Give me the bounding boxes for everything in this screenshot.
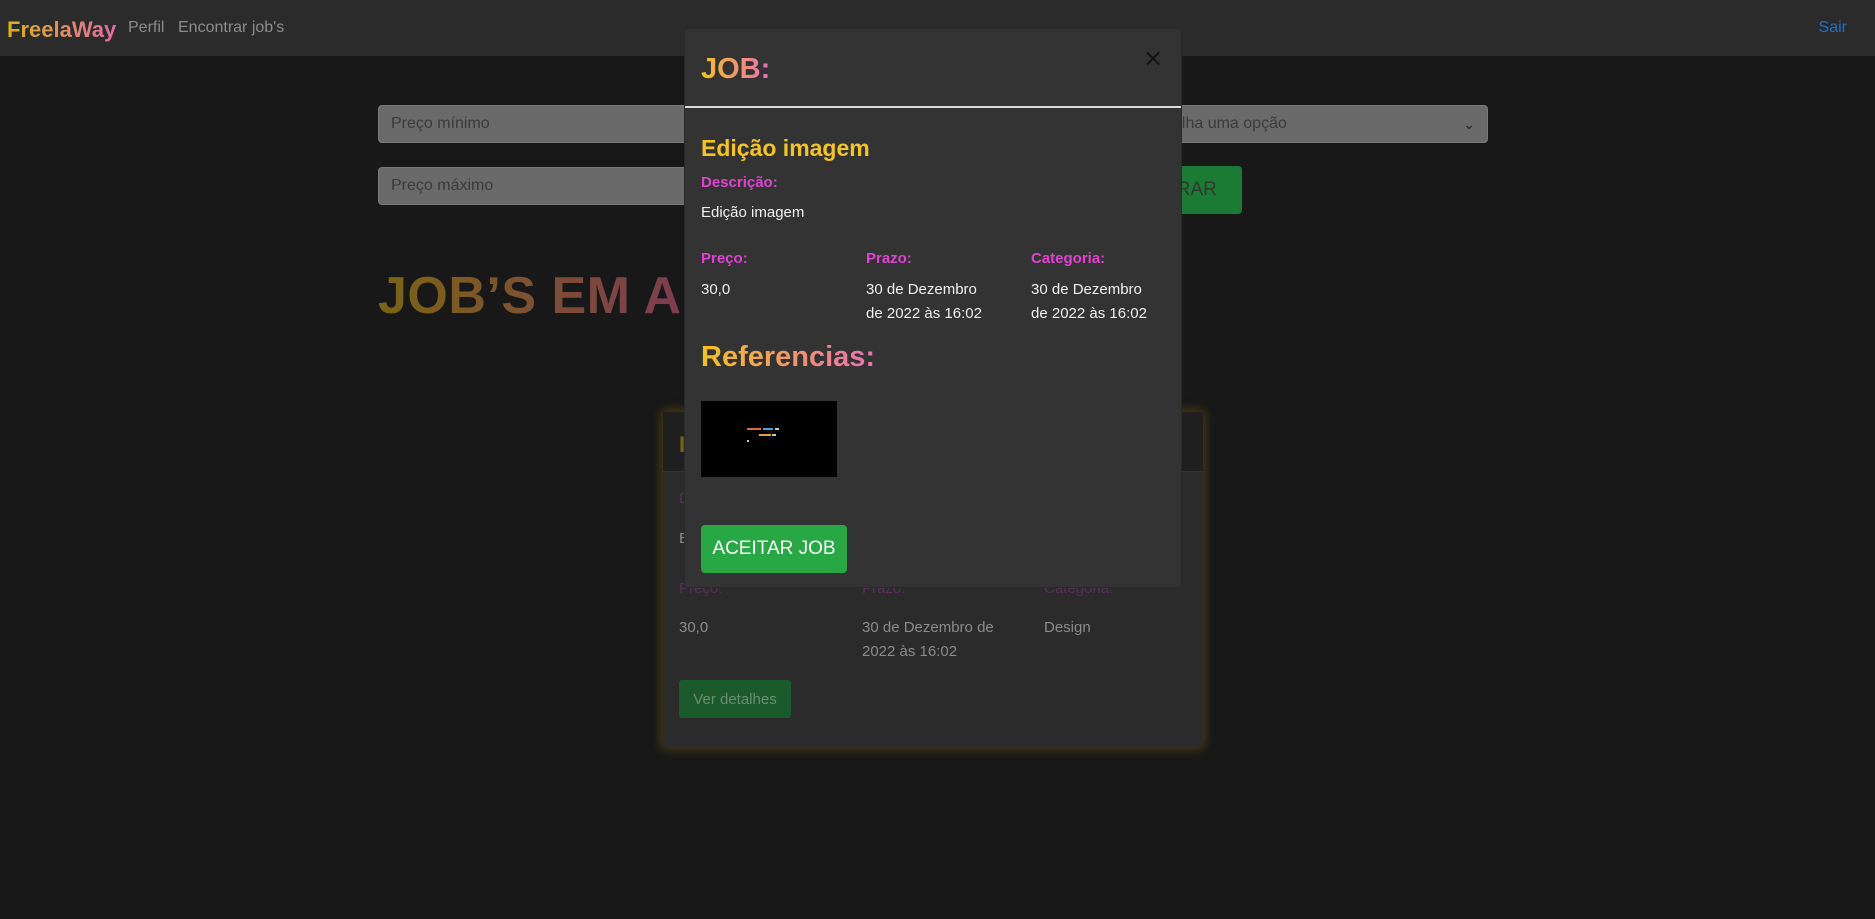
close-icon[interactable]: × bbox=[1142, 46, 1164, 70]
job-modal: JOB: × Edição imagem Descrição: Edição i… bbox=[684, 28, 1182, 588]
accept-job-button[interactable]: ACEITAR JOB bbox=[701, 525, 847, 573]
prazo-value: 30 de Dezembro de 2022 às 16:02 bbox=[866, 281, 982, 322]
categoria-label: Categoria: bbox=[1031, 250, 1106, 267]
categoria-value: 30 de Dezembro de 2022 às 16:02 bbox=[1031, 281, 1147, 322]
preco-label: Preço: bbox=[701, 250, 748, 267]
references-title: Referencias: bbox=[701, 341, 876, 373]
prazo-label: Prazo: bbox=[866, 250, 912, 267]
reference-image-graphic bbox=[701, 401, 837, 477]
reference-image[interactable] bbox=[701, 401, 837, 477]
preco-value: 30,0 bbox=[701, 281, 731, 298]
modal-header: JOB: × bbox=[685, 29, 1181, 108]
modal-title: JOB: bbox=[701, 53, 771, 85]
description-value: Edição imagem bbox=[701, 204, 805, 221]
description-label: Descrição: bbox=[701, 174, 778, 191]
job-name: Edição imagem bbox=[701, 135, 870, 161]
